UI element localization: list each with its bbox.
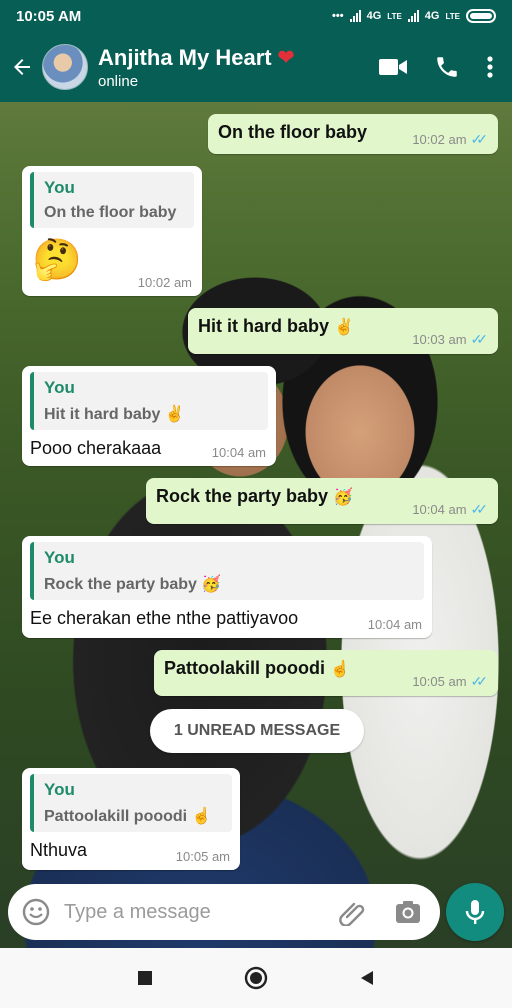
phone-icon[interactable] — [434, 54, 460, 80]
nav-home-icon[interactable] — [244, 966, 268, 990]
network-label-2: 4G — [424, 10, 440, 22]
more-vert-icon[interactable] — [486, 55, 494, 79]
battery-icon — [466, 9, 496, 23]
status-bar: 10:05 AM ••• 4G LTE 4G LTE — [0, 0, 512, 32]
message-time: 10:05 am — [412, 674, 467, 689]
message-text: Pattoolakill pooodi — [164, 658, 325, 678]
dots-icon: ••• — [332, 10, 344, 22]
quote-text: On the floor baby — [44, 204, 177, 221]
status-icons: ••• 4G LTE 4G LTE — [332, 9, 496, 23]
camera-icon[interactable] — [394, 899, 422, 925]
point-up-emoji: ☝ — [330, 661, 350, 678]
message-text: Nthuva — [30, 840, 88, 860]
quote-text: Pattoolakill pooodi — [44, 808, 188, 825]
message-text: On the floor baby — [218, 122, 368, 142]
status-time: 10:05 AM — [16, 7, 82, 25]
emoji-icon[interactable] — [22, 898, 50, 926]
message-time: 10:05 am — [175, 849, 230, 864]
message-outgoing[interactable]: On the floor baby 10:02 am ✓✓ — [208, 114, 498, 154]
victory-emoji: ✌ — [334, 319, 354, 336]
composer-tools — [338, 898, 422, 926]
read-ticks-icon: ✓✓ — [470, 673, 489, 689]
message-incoming[interactable]: You Rock the party baby 🥳 Ee cherakan et… — [22, 536, 432, 638]
quote-text: Hit it hard baby — [44, 406, 161, 423]
party-emoji: 🥳 — [201, 576, 222, 593]
contact-status: online — [98, 72, 139, 90]
message-text: Rock the party baby — [156, 486, 329, 506]
video-call-icon[interactable] — [378, 56, 408, 78]
quote-author: You — [44, 178, 75, 197]
message-list[interactable]: On the floor baby 10:02 am ✓✓ You On the … — [0, 102, 512, 880]
mic-button[interactable] — [446, 883, 504, 941]
message-incoming[interactable]: You Pattoolakill pooodi ☝ Nthuva 10:05 a… — [22, 768, 240, 870]
read-ticks-icon: ✓✓ — [470, 331, 489, 347]
contact-name: Anjitha My Heart — [98, 44, 272, 70]
quote-text-row: Rock the party baby 🥳 — [44, 574, 414, 594]
mic-icon — [465, 900, 485, 924]
attach-icon[interactable] — [338, 898, 366, 926]
avatar[interactable] — [42, 44, 88, 90]
back-arrow-icon — [14, 59, 30, 75]
message-time: 10:04 am — [211, 445, 266, 460]
message-time: 10:02 am — [137, 275, 192, 290]
message-incoming[interactable]: You Hit it hard baby ✌ Pooo cherakaaa 10… — [22, 366, 276, 466]
quote-author: You — [44, 780, 75, 799]
party-emoji: 🥳 — [333, 489, 353, 506]
heart-emoji: ❤ — [277, 47, 295, 69]
message-text: Ee cherakan ethe nthe pattiyavoo — [30, 608, 299, 628]
system-nav-bar — [0, 948, 512, 1008]
message-text: Pooo cherakaaa — [30, 438, 162, 458]
network-label-1: 4G — [366, 10, 382, 22]
lte-label-2: LTE — [445, 11, 460, 21]
message-incoming[interactable]: You On the floor baby 🤔 10:02 am — [22, 166, 202, 296]
reply-quote[interactable]: You On the floor baby — [30, 172, 194, 228]
quote-author: You — [44, 548, 75, 567]
lte-label-1: LTE — [387, 11, 402, 21]
contact-info[interactable]: Anjitha My Heart ❤ online — [98, 45, 294, 90]
unread-messages-banner: 1 UNREAD MESSAGE — [150, 709, 364, 753]
reply-quote[interactable]: You Hit it hard baby ✌ — [30, 372, 268, 430]
signal-icon — [349, 10, 361, 22]
nav-recent-icon[interactable] — [136, 969, 154, 987]
victory-emoji: ✌ — [164, 406, 185, 423]
message-meta: 10:05 am ✓✓ — [412, 673, 488, 690]
message-meta: 10:04 am ✓✓ — [412, 501, 488, 518]
reply-quote[interactable]: You Rock the party baby 🥳 — [30, 542, 424, 600]
message-outgoing[interactable]: Hit it hard baby ✌ 10:03 am ✓✓ — [188, 308, 498, 354]
message-meta: 10:02 am ✓✓ — [412, 131, 488, 148]
nav-back-icon[interactable] — [358, 969, 376, 987]
quote-text-row: Pattoolakill pooodi ☝ — [44, 806, 222, 826]
read-ticks-icon: ✓✓ — [470, 501, 489, 517]
message-composer: Type a message — [8, 884, 440, 940]
chat-header: Anjitha My Heart ❤ online — [0, 32, 512, 102]
message-input[interactable]: Type a message — [64, 901, 338, 924]
message-outgoing[interactable]: Pattoolakill pooodi ☝ 10:05 am ✓✓ — [154, 650, 498, 696]
message-time: 10:03 am — [412, 332, 467, 347]
message-text: Hit it hard baby — [198, 316, 330, 336]
quote-text-row: Hit it hard baby ✌ — [44, 404, 258, 424]
message-time: 10:04 am — [412, 502, 467, 517]
quote-text: Rock the party baby — [44, 576, 197, 593]
message-time: 10:04 am — [367, 617, 422, 632]
signal-icon-2 — [407, 10, 419, 22]
header-actions — [378, 54, 494, 80]
quote-author: You — [44, 378, 75, 397]
read-ticks-icon: ✓✓ — [470, 131, 489, 147]
back-button[interactable] — [2, 47, 42, 87]
message-time: 10:02 am — [412, 132, 467, 147]
reply-quote[interactable]: You Pattoolakill pooodi ☝ — [30, 774, 232, 832]
message-meta: 10:03 am ✓✓ — [412, 331, 488, 348]
contact-name-row: Anjitha My Heart ❤ — [98, 45, 294, 71]
message-outgoing[interactable]: Rock the party baby 🥳 10:04 am ✓✓ — [146, 478, 498, 524]
point-up-emoji: ☝ — [191, 808, 212, 825]
